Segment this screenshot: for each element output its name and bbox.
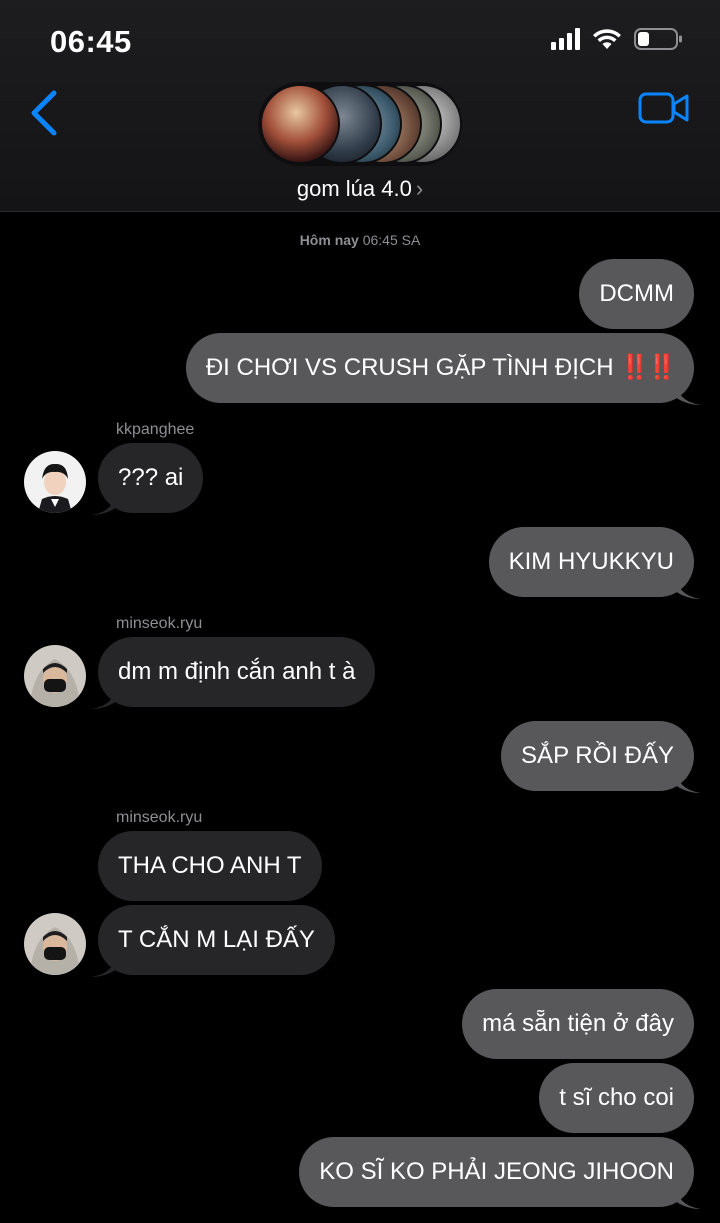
cellular-signal-icon (551, 28, 580, 50)
message-bubble-sent[interactable]: KO SĨ KO PHẢI JEONG JIHOON (299, 1137, 701, 1209)
bubble-tail (91, 683, 117, 709)
sender-avatar[interactable] (24, 913, 86, 975)
bubble-tail (675, 379, 701, 405)
conversation-timestamp: Hôm nay 06:45 SA (0, 232, 720, 248)
message-text: ĐI CHƠI VS CRUSH GẶP TÌNH ĐỊCH (205, 354, 614, 381)
message-text: t sĩ cho coi (559, 1084, 674, 1111)
message-bubble-received[interactable]: T CẮN M LẠI ĐẤY (91, 905, 335, 977)
sender-photo (24, 451, 86, 513)
bubble-tail (675, 573, 701, 599)
message-bubble-received[interactable]: dm m định cắn anh t à (91, 637, 376, 709)
battery-icon (634, 28, 682, 50)
message-text: DCMM (599, 280, 674, 307)
sender-name: kkpanghee (116, 421, 195, 438)
message-text: dm m định cắn anh t à (118, 658, 356, 685)
group-name: gom lúa 4.0 (296, 176, 412, 201)
message-text: KIM HYUKKYU (508, 548, 674, 575)
message-text: má sẵn tiện ở đây (482, 1010, 674, 1037)
message-bubble-sent[interactable]: ĐI CHƠI VS CRUSH GẶP TÌNH ĐỊCH ‼️‼️ (185, 333, 701, 405)
group-member-avatar (260, 84, 340, 164)
group-name-row[interactable]: gom lúa 4.0 › (0, 176, 720, 202)
sender-avatar[interactable] (24, 645, 86, 707)
sender-photo (24, 645, 86, 707)
timestamp-day: Hôm nay (299, 232, 359, 248)
sender-name: minseok.ryu (116, 615, 203, 632)
conversation-header: 06:45 gom lúa 4.0 › (0, 0, 720, 212)
back-button[interactable] (28, 88, 68, 138)
message-bubble-received[interactable]: THA CHO ANH T (98, 831, 322, 901)
message-text: THA CHO ANH T (118, 852, 302, 879)
message-bubble-received[interactable]: ??? ai (91, 443, 204, 515)
message-text: KO SĨ KO PHẢI JEONG JIHOON (319, 1158, 674, 1185)
sender-photo (24, 913, 86, 975)
sender-name: minseok.ryu (116, 809, 203, 826)
bubble-tail (91, 951, 117, 977)
message-bubble-sent[interactable]: t sĩ cho coi (539, 1063, 694, 1133)
back-chevron-icon (31, 90, 57, 136)
message-text: SẮP RỒI ĐẤY (521, 742, 674, 769)
video-call-button[interactable] (638, 90, 690, 126)
chevron-right-icon: › (415, 176, 424, 201)
message-bubble-sent[interactable]: DCMM (579, 259, 694, 329)
sender-avatar[interactable] (24, 451, 86, 513)
group-avatar-stack[interactable] (258, 82, 462, 166)
message-bubble-sent[interactable]: má sẵn tiện ở đây (462, 989, 694, 1059)
bubble-tail (675, 1183, 701, 1209)
bubble-tail (675, 767, 701, 793)
message-bubble-sent[interactable]: SẮP RỒI ĐẤY (501, 721, 701, 793)
message-text: T CẮN M LẠI ĐẤY (118, 926, 315, 953)
wifi-icon (593, 29, 621, 49)
bubble-tail (91, 489, 117, 515)
double-exclamation-emoji: ‼️‼️ (620, 354, 677, 381)
status-icons (551, 27, 684, 51)
status-time: 06:45 (50, 24, 132, 59)
timestamp-time: 06:45 SA (362, 232, 421, 248)
message-bubble-sent[interactable]: KIM HYUKKYU (488, 527, 701, 599)
video-call-icon (638, 92, 689, 124)
message-text: ??? ai (118, 464, 184, 491)
